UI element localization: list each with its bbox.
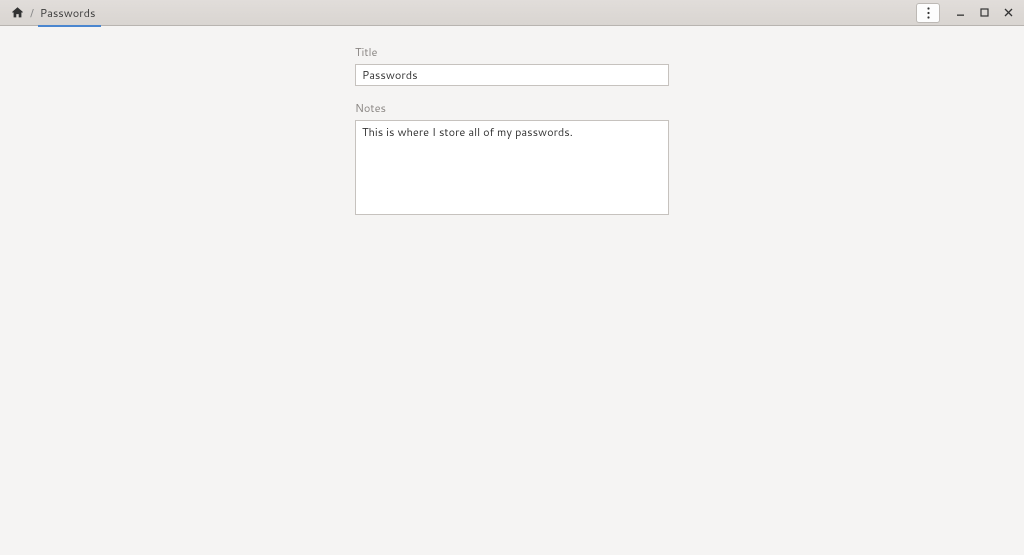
breadcrumb-current[interactable]: Passwords xyxy=(38,5,102,27)
notes-textarea[interactable] xyxy=(355,120,669,215)
notes-label: Notes xyxy=(355,100,669,116)
title-field-group: Title xyxy=(355,44,669,86)
title-input[interactable] xyxy=(355,64,669,86)
breadcrumb-separator: / xyxy=(30,5,34,21)
titlebar: / Passwords xyxy=(0,0,1024,26)
notes-field-group: Notes xyxy=(355,100,669,219)
close-icon xyxy=(1004,8,1013,17)
home-icon[interactable] xyxy=(8,4,26,22)
title-label: Title xyxy=(355,44,669,60)
menu-button[interactable] xyxy=(916,3,940,23)
content-area: Title Notes xyxy=(0,26,1024,219)
close-button[interactable] xyxy=(996,1,1020,25)
minimize-button[interactable] xyxy=(948,1,972,25)
maximize-button[interactable] xyxy=(972,1,996,25)
kebab-icon xyxy=(927,7,930,19)
maximize-icon xyxy=(980,8,989,17)
window-controls xyxy=(916,1,1020,25)
breadcrumb: / Passwords xyxy=(4,4,101,22)
minimize-icon xyxy=(956,8,965,17)
note-form: Title Notes xyxy=(355,44,669,219)
